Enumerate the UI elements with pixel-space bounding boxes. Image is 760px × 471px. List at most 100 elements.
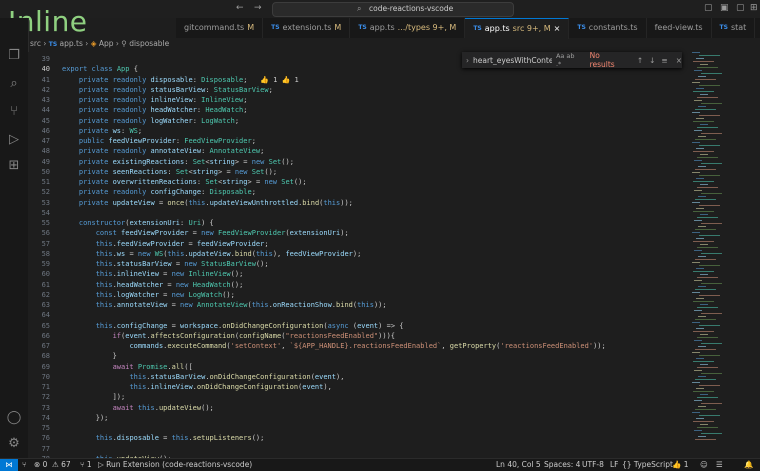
code-line[interactable]: 48 private readonly annotateView: Annota… (28, 146, 688, 157)
branch-icon[interactable]: ⑂ (22, 459, 27, 471)
code-line[interactable]: 65 this.configChange = workspace.onDidCh… (28, 321, 688, 332)
close-icon[interactable]: × (554, 19, 561, 39)
code-line[interactable]: 70 this.statusBarView.onDidChangeConfigu… (28, 372, 688, 383)
toggle-panel-icon[interactable]: ▣ (720, 3, 729, 13)
code-line[interactable]: 75 (28, 423, 688, 434)
find-input[interactable]: heart_eyesWithContent (473, 56, 552, 65)
copilot-icon[interactable]: ☺ (700, 459, 708, 471)
reactions-status[interactable]: 👍 1 (672, 459, 689, 471)
run-debug-icon[interactable]: ▷ (6, 132, 22, 148)
code-line[interactable]: 56 const feedViewProvider = new FeedView… (28, 228, 688, 239)
tab-stat[interactable]: TS stat (712, 18, 756, 38)
minimap-line (694, 370, 702, 371)
code-line[interactable]: 74 }); (28, 413, 688, 424)
code-line[interactable]: 68 } (28, 351, 688, 362)
remote-indicator[interactable]: ⋈ (0, 459, 18, 471)
layout-icon[interactable]: ⊞ (750, 3, 758, 13)
code-line[interactable]: 59 this.statusBarView = new StatusBarVie… (28, 259, 688, 270)
code-text: constructor(extensionUri: Uri) { (78, 219, 214, 227)
code-line[interactable]: 43 private readonly inlineView: InlineVi… (28, 95, 688, 106)
code-line[interactable]: 50 private seenReactions: Set<string> = … (28, 167, 688, 178)
problems-warnings[interactable]: ⚠ 67 (52, 459, 71, 471)
source-control-icon[interactable]: ⑂ (6, 104, 22, 120)
minimap-line (697, 367, 718, 368)
search-icon[interactable]: ⌕ (6, 76, 22, 92)
code-line[interactable]: 63 this.annotateView = new AnnotateView(… (28, 300, 688, 311)
code-line[interactable]: 47 public feedViewProvider: FeedViewProv… (28, 136, 688, 147)
toggle-sidebar-icon[interactable]: ▢ (704, 3, 713, 13)
minimap-line (699, 325, 720, 326)
breadcrumb-file[interactable]: app.ts (60, 39, 83, 48)
indentation[interactable]: Spaces: 4 (544, 459, 580, 471)
code-line[interactable]: 54 (28, 208, 688, 219)
code-line[interactable]: 62 this.logWatcher = new LogWatch(); (28, 290, 688, 301)
code-line[interactable]: 67 commands.executeCommand('setContext',… (28, 341, 688, 352)
code-line[interactable]: 53 private updateView = once(this.update… (28, 198, 688, 209)
cursor-position[interactable]: Ln 40, Col 5 (496, 459, 541, 471)
explorer-icon[interactable]: ❐ (6, 48, 22, 64)
code-text: this.statusBarView.onDidChangeConfigurat… (129, 372, 345, 381)
code-line[interactable]: 77 (28, 444, 688, 455)
code-line[interactable]: 60 this.inlineView = new InlineView(); (28, 269, 688, 280)
extensions-icon[interactable]: ⊞ (6, 158, 22, 174)
code-line[interactable]: 57 this.feedViewProvider = feedViewProvi… (28, 239, 688, 250)
run-extension-button[interactable]: ▷ Run Extension (code-reactions-vscode) (98, 459, 252, 471)
code-line[interactable]: 64 (28, 310, 688, 321)
find-options[interactable]: Aa ab .* (556, 52, 582, 68)
end-of-line[interactable]: LF (610, 459, 619, 471)
expand-replace-icon[interactable]: › (466, 56, 469, 65)
ports-indicator[interactable]: ⑂ 1 (80, 459, 92, 471)
nav-back-icon[interactable]: ← (236, 3, 244, 13)
breadcrumb-src[interactable]: src (30, 39, 41, 48)
breadcrumb-class[interactable]: App (99, 39, 114, 48)
tab-app-src[interactable]: TS app.ts src 9+, M × (465, 18, 570, 39)
line-number: 43 (41, 96, 50, 104)
minimap-line (693, 211, 714, 212)
toggle-secondary-sidebar-icon[interactable]: ▢ (736, 3, 745, 13)
code-line[interactable]: 76 this.disposable = this.setupListeners… (28, 433, 688, 444)
command-center[interactable]: ⌕ code-reactions-vscode (272, 2, 514, 17)
line-number: 66 (41, 331, 50, 340)
language-mode[interactable]: {} TypeScript (622, 459, 673, 471)
problems-errors[interactable]: ⊗ 0 (34, 459, 47, 471)
code-text: this.annotateView = new AnnotateView(thi… (95, 301, 387, 309)
code-line[interactable]: 71 this.inlineView.onDidChangeConfigurat… (28, 382, 688, 393)
code-line[interactable]: 66 if(event.affectsConfiguration(configN… (28, 331, 688, 342)
settings-gear-icon[interactable]: ⚙ (6, 436, 22, 452)
tab-app-types[interactable]: TS app.ts .../types 9+, M (350, 18, 466, 38)
breadcrumb-symbol[interactable]: disposable (129, 39, 169, 48)
nav-forward-icon[interactable]: → (254, 3, 262, 13)
code-line[interactable]: 51 private overwrittenReactions: Set<str… (28, 177, 688, 188)
line-number: 57 (41, 239, 50, 248)
tab-feed-view[interactable]: feed-view.ts (647, 18, 712, 38)
tab-label: app.ts (484, 24, 510, 33)
account-icon[interactable]: ◯ (6, 410, 22, 426)
code-line[interactable]: 55 constructor(extensionUri: Uri) { (28, 218, 688, 229)
minimap-line (698, 256, 706, 257)
code-line[interactable]: 73 await this.updateView(); (28, 403, 688, 414)
code-line[interactable]: 49 private existingReactions: Set<string… (28, 157, 688, 168)
close-icon[interactable]: × (676, 56, 682, 65)
tab-constants[interactable]: TS constants.ts (569, 18, 647, 38)
encoding[interactable]: UTF-8 (582, 459, 604, 471)
code-line[interactable]: 61 this.headWatcher = new HeadWatch(); (28, 280, 688, 291)
notifications-icon[interactable]: 🔔 (744, 459, 753, 471)
tab-gitcommand[interactable]: gitcommand.ts M (176, 18, 264, 38)
code-line[interactable]: 45 private readonly logWatcher: LogWatch… (28, 116, 688, 127)
code-line[interactable]: 52 private readonly configChange: Dispos… (28, 187, 688, 198)
code-line[interactable]: 69 await Promise.all([ (28, 362, 688, 373)
code-line[interactable]: 58 this.ws = new WS(this.updateView.bind… (28, 249, 688, 260)
find-in-selection-icon[interactable]: ≡ (661, 56, 667, 65)
previous-match-icon[interactable]: ↑ (637, 56, 643, 65)
next-match-icon[interactable]: ↓ (649, 56, 655, 65)
code-editor[interactable]: 39 40 export class App {41 private readon… (28, 52, 688, 458)
code-line[interactable]: 46 private ws: WS; (28, 126, 688, 137)
code-line[interactable]: 44 private readonly headWatcher: HeadWat… (28, 105, 688, 116)
code-line[interactable]: 72 ]); (28, 392, 688, 403)
code-line[interactable]: 42 private readonly statusBarView: Statu… (28, 85, 688, 96)
code-line[interactable]: 41 private readonly disposable: Disposab… (28, 75, 688, 86)
minimap[interactable] (688, 52, 760, 458)
feedback-icon[interactable]: ☰ (716, 459, 723, 471)
minimap-line (693, 121, 714, 122)
tab-extension[interactable]: TS extension.ts M (263, 18, 351, 38)
